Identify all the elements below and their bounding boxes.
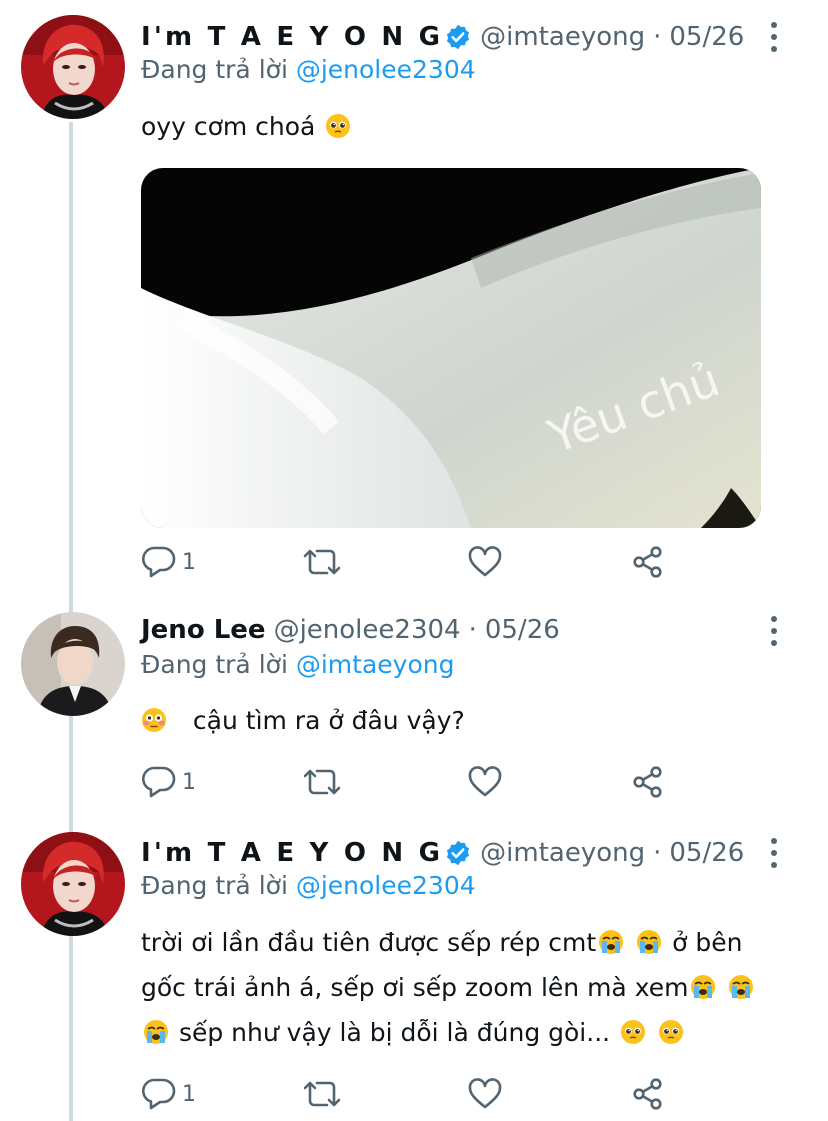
separator-dot: · [653, 838, 662, 868]
retweet-button[interactable] [302, 1074, 342, 1114]
replying-to: Đang trả lời @imtaeyong [141, 648, 454, 682]
pleading-face-emoji-icon [659, 1020, 683, 1044]
share-icon [633, 546, 662, 578]
like-icon [468, 546, 502, 577]
like-button[interactable] [467, 1074, 503, 1114]
action-bar: 1 [140, 1074, 670, 1114]
loudly-crying-face-emoji-icon [599, 930, 624, 954]
tweet-text-part: oyy cơm choá [141, 112, 316, 141]
share-button[interactable] [631, 762, 665, 802]
more-icon[interactable] [762, 616, 786, 646]
replying-to: Đang trả lời @jenolee2304 [141, 53, 476, 87]
reply-count: 1 [182, 549, 196, 575]
like-button[interactable] [467, 762, 503, 802]
retweet-button[interactable] [302, 542, 342, 582]
avatar-imtaeyong[interactable] [21, 15, 125, 119]
author-handle[interactable]: @imtaeyong [480, 836, 645, 870]
retweet-icon [303, 549, 341, 575]
tweet-header: I'm T A E Y O N G @imtaeyong · 05/26 [141, 20, 744, 54]
flushed-face-emoji-icon [142, 708, 166, 732]
action-bar: 1 [140, 762, 670, 802]
share-button[interactable] [631, 542, 665, 582]
tweet-text: trời ơi lần đầu tiên được sếp rép cmt ở … [141, 920, 781, 1055]
tweet-text-part: cậu tìm ra ở đâu vậy? [192, 706, 465, 735]
verified-badge-icon [447, 840, 470, 866]
share-button[interactable] [631, 1074, 665, 1114]
tweet-header: Jeno Lee @jenolee2304 · 05/26 [141, 613, 560, 647]
retweet-icon [303, 1081, 341, 1107]
tweet-text: cậu tìm ra ở đâu vậy? [141, 698, 801, 743]
reply-count: 1 [182, 769, 196, 795]
tweet-text: oyy cơm choá [141, 104, 801, 149]
tweet-text-part: trời ơi lần đầu tiên được sếp rép cmt [141, 928, 597, 957]
tweet-media-image[interactable]: Yêu chủ [141, 168, 761, 528]
replying-mention-link[interactable]: @imtaeyong [296, 650, 455, 679]
like-button[interactable] [467, 542, 503, 582]
author-handle[interactable]: @imtaeyong [480, 20, 645, 54]
pleading-face-emoji-icon [621, 1020, 646, 1044]
verified-badge-icon [447, 24, 470, 50]
replying-mention-link[interactable]: @jenolee2304 [296, 871, 476, 900]
separator-dot: · [653, 22, 662, 52]
share-icon [633, 1078, 662, 1110]
replying-prefix: Đang trả lời [141, 871, 288, 900]
author-handle[interactable]: @jenolee2304 [274, 613, 461, 647]
reply-button[interactable]: 1 [140, 542, 196, 582]
pleading-face-emoji-icon [326, 114, 351, 138]
reply-count: 1 [182, 1081, 196, 1107]
share-icon [633, 766, 662, 798]
reply-button[interactable]: 1 [140, 1074, 196, 1114]
tweet-header: I'm T A E Y O N G @imtaeyong · 05/26 [141, 836, 744, 870]
loudly-crying-face-emoji-icon [691, 975, 716, 999]
reply-icon [142, 1078, 176, 1110]
tweet-text-part: sếp như vậy là bị dỗi là đúng gòi... [178, 1018, 611, 1047]
author-name[interactable]: Jeno Lee [141, 613, 266, 647]
replying-mention-link[interactable]: @jenolee2304 [296, 55, 476, 84]
avatar-jenolee2304[interactable] [21, 612, 125, 716]
separator-dot: · [468, 615, 477, 645]
more-icon[interactable] [762, 22, 786, 52]
replying-prefix: Đang trả lời [141, 650, 288, 679]
tweet-date[interactable]: 05/26 [485, 613, 560, 647]
action-bar: 1 [140, 542, 670, 582]
replying-to: Đang trả lời @jenolee2304 [141, 869, 476, 903]
reply-icon [142, 546, 176, 578]
tweet-date[interactable]: 05/26 [669, 836, 744, 870]
reply-icon [142, 766, 176, 798]
replying-prefix: Đang trả lời [141, 55, 288, 84]
tweet-date[interactable]: 05/26 [669, 20, 744, 54]
avatar-imtaeyong[interactable] [21, 832, 125, 936]
author-name[interactable]: I'm T A E Y O N G [141, 836, 443, 870]
retweet-icon [303, 769, 341, 795]
loudly-crying-face-emoji-icon [144, 1020, 168, 1044]
more-icon[interactable] [762, 838, 786, 868]
author-name[interactable]: I'm T A E Y O N G [141, 20, 443, 54]
loudly-crying-face-emoji-icon [637, 930, 662, 954]
retweet-button[interactable] [302, 762, 342, 802]
reply-button[interactable]: 1 [140, 762, 196, 802]
loudly-crying-face-emoji-icon [729, 975, 754, 999]
like-icon [468, 1078, 502, 1109]
like-icon [468, 766, 502, 797]
